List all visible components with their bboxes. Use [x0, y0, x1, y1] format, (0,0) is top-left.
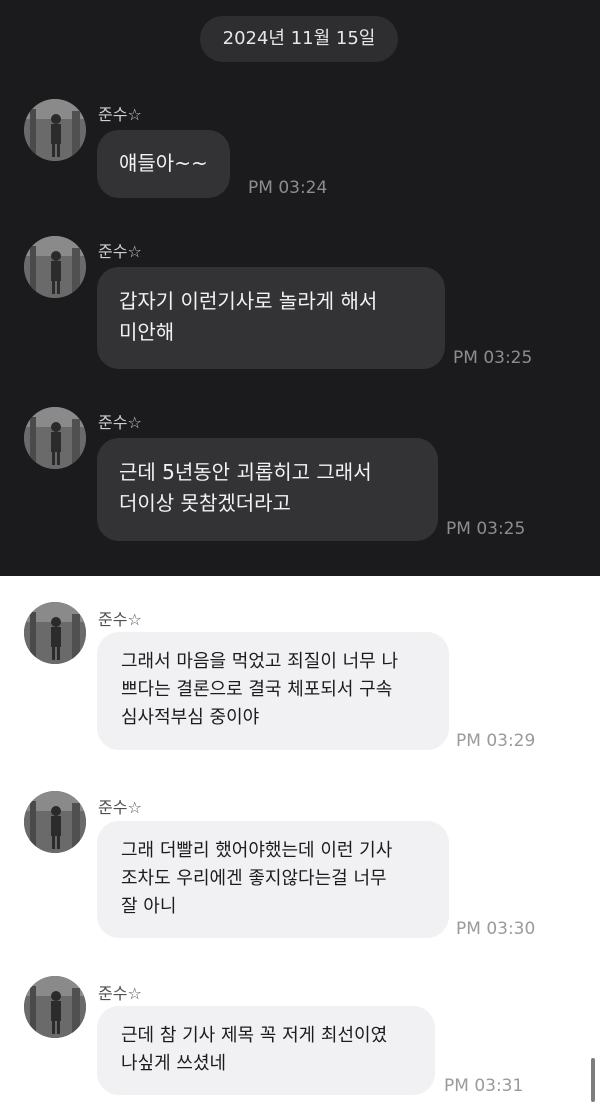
message-bubble[interactable]: 근데 5년동안 괴롭히고 그래서 더이상 못참겠더라고 [97, 438, 438, 541]
date-divider: 2024년 11월 15일 [200, 16, 398, 62]
message-time: PM 03:31 [444, 1076, 524, 1096]
avatar[interactable] [24, 236, 86, 298]
message-bubble[interactable]: 얘들아~~ [97, 130, 230, 198]
avatar[interactable] [24, 791, 86, 853]
message-time: PM 03:29 [456, 731, 536, 751]
chat-dark-section: 2024년 11월 15일 준수☆ 얘들아~~ PM 03:24 준수☆ 갑자기… [0, 0, 600, 576]
sender-name: 준수☆ [98, 798, 142, 817]
sender-name: 준수☆ [98, 242, 142, 261]
avatar[interactable] [24, 99, 86, 161]
avatar[interactable] [24, 602, 86, 664]
message-bubble[interactable]: 갑자기 이런기사로 놀라게 해서 미안해 [97, 267, 445, 369]
scrollbar[interactable] [591, 1058, 595, 1102]
chat-light-section: 준수☆ 그래서 마음을 먹었고 죄질이 너무 나 쁘다는 결론으로 결국 체포되… [0, 576, 600, 1108]
message-time: PM 03:30 [456, 919, 536, 939]
message-time: PM 03:25 [453, 348, 533, 368]
sender-name: 준수☆ [98, 413, 142, 432]
message-time: PM 03:25 [446, 519, 526, 539]
sender-name: 준수☆ [98, 984, 142, 1003]
sender-name: 준수☆ [98, 105, 142, 124]
message-bubble[interactable]: 그래 더빨리 했어야했는데 이런 기사 조차도 우리에겐 좋지않다는걸 너무 잘… [97, 821, 449, 938]
message-time: PM 03:24 [248, 178, 328, 198]
message-bubble[interactable]: 근데 참 기사 제목 꼭 저게 최선이였 나싶게 쓰셨네 [97, 1006, 435, 1095]
avatar[interactable] [24, 976, 86, 1038]
sender-name: 준수☆ [98, 610, 142, 629]
message-bubble[interactable]: 그래서 마음을 먹었고 죄질이 너무 나 쁘다는 결론으로 결국 체포되서 구속… [97, 632, 449, 750]
avatar[interactable] [24, 407, 86, 469]
